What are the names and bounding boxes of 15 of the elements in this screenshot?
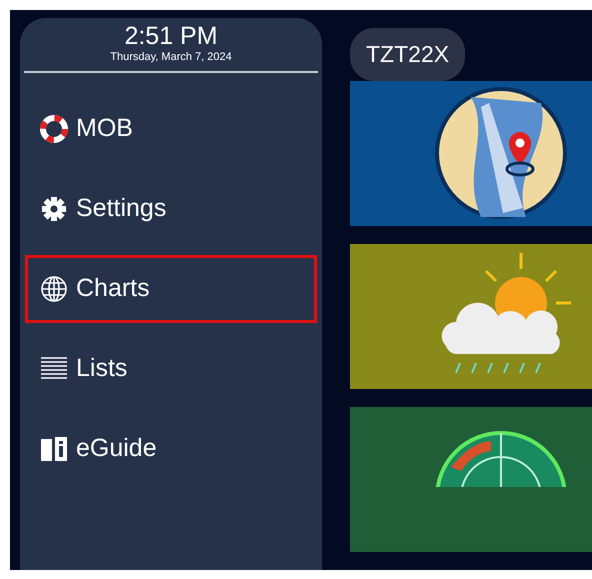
gear-icon bbox=[40, 195, 68, 223]
book-icon bbox=[40, 435, 68, 463]
clock-time: 2:51 PM bbox=[123, 22, 219, 50]
app-tile[interactable] bbox=[350, 80, 592, 226]
clock-date: Thursday, March 7, 2024 bbox=[109, 50, 233, 64]
globe-icon bbox=[40, 275, 68, 303]
app-tile[interactable] bbox=[350, 244, 592, 389]
app-tile[interactable] bbox=[350, 406, 592, 552]
lifebuoy-icon bbox=[40, 115, 68, 143]
menu-item[interactable]: Settings bbox=[25, 175, 317, 243]
menu-item[interactable]: Lists bbox=[25, 335, 317, 403]
menu-item[interactable]: Charts bbox=[25, 255, 317, 323]
device-name: TZT22X bbox=[350, 28, 466, 80]
menu-item[interactable]: MOB bbox=[25, 95, 317, 163]
menu-item[interactable]: eGuide bbox=[25, 415, 317, 483]
